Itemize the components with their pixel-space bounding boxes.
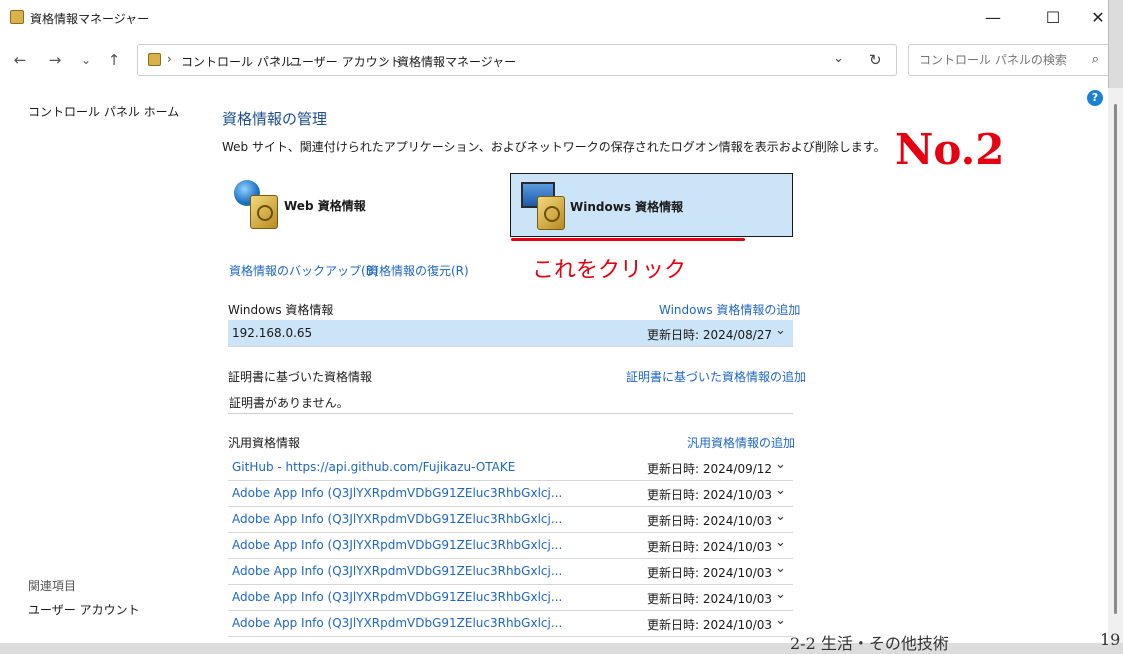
restore-credentials-link[interactable]: 資格情報の復元(R) xyxy=(367,262,469,279)
address-bar[interactable]: › コントロール パネル › ユーザー アカウント › 資格情報マネージャー ⌄… xyxy=(137,44,897,76)
credential-date: 更新日時: 2024/10/03 xyxy=(647,592,773,606)
credential-name: Adobe App Info (Q3JlYXRpdmVDbG91ZEluc3Rh… xyxy=(232,590,563,604)
windows-credentials-label: Windows 資格情報 xyxy=(570,200,684,214)
generic-credentials-section-title: 汎用資格情報 xyxy=(228,436,301,450)
certificate-empty-text: 証明書がありません。 xyxy=(229,396,349,410)
chevron-down-icon[interactable]: ⌄ xyxy=(775,535,786,550)
chevron-down-icon[interactable]: ⌄ xyxy=(833,51,844,66)
backup-credentials-link[interactable]: 資格情報のバックアップ(B) xyxy=(229,262,379,279)
certificate-empty-row: 証明書がありません。 xyxy=(228,389,793,414)
credential-name: 192.168.0.65 xyxy=(232,326,313,340)
related-items-heading: 関連項目 xyxy=(28,579,77,593)
chevron-down-icon[interactable]: ⌄ xyxy=(775,457,786,472)
add-certificate-credential-link[interactable]: 証明書に基づいた資格情報の追加 xyxy=(626,368,806,385)
breadcrumb-separator-icon: › xyxy=(167,52,172,66)
red-underline-annotation xyxy=(511,238,745,241)
table-row[interactable]: 192.168.0.65 更新日時: 2024/08/27 ⌄ xyxy=(228,320,793,347)
credential-date: 更新日時: 2024/10/03 xyxy=(647,540,773,554)
help-icon[interactable]: ? xyxy=(1087,90,1103,106)
credential-name: Adobe App Info (Q3JlYXRpdmVDbG91ZEluc3Rh… xyxy=(232,512,563,526)
maximize-button[interactable]: ☐ xyxy=(1030,0,1076,34)
control-panel-icon xyxy=(148,53,161,66)
table-row[interactable]: Adobe App Info (Q3JlYXRpdmVDbG91ZEluc3Rh… xyxy=(228,480,793,507)
title-bar: 資格情報マネージャー — ☐ ✕ xyxy=(0,0,1108,34)
certificate-credentials-section-title: 証明書に基づいた資格情報 xyxy=(228,370,373,384)
chevron-down-icon[interactable]: ⌄ xyxy=(775,483,786,498)
windows-credentials-section-title: Windows 資格情報 xyxy=(228,303,334,317)
credential-name: GitHub - https://api.github.com/Fujikazu… xyxy=(232,460,516,474)
credential-date: 更新日時: 2024/08/27 xyxy=(647,328,773,342)
vertical-scrollbar[interactable] xyxy=(1108,88,1123,643)
vault-icon xyxy=(250,195,278,229)
table-row[interactable]: Adobe App Info (Q3JlYXRpdmVDbG91ZEluc3Rh… xyxy=(228,584,793,611)
forward-arrow-icon[interactable]: → xyxy=(44,49,66,71)
close-button[interactable]: ✕ xyxy=(1075,0,1108,34)
chevron-down-icon[interactable]: ⌄ xyxy=(775,561,786,576)
refresh-icon[interactable]: ↻ xyxy=(869,51,882,69)
vault-icon xyxy=(537,196,565,230)
background-document-text: 2-2 生活・その他技術 xyxy=(790,634,949,653)
search-input[interactable] xyxy=(917,51,1081,69)
credential-manager-icon xyxy=(10,10,24,24)
web-credentials-tile[interactable]: Web 資格情報 xyxy=(228,173,478,235)
credential-name: Adobe App Info (Q3JlYXRpdmVDbG91ZEluc3Rh… xyxy=(232,538,563,552)
breadcrumb-separator-icon: › xyxy=(382,52,387,66)
background-page-number: 19 xyxy=(1100,630,1121,649)
table-row[interactable]: Adobe App Info (Q3JlYXRpdmVDbG91ZEluc3Rh… xyxy=(228,558,793,585)
minimize-button[interactable]: — xyxy=(970,0,1016,34)
user-accounts-link[interactable]: ユーザー アカウント xyxy=(28,601,140,618)
chevron-down-icon[interactable]: ⌄ xyxy=(775,323,786,338)
credential-date: 更新日時: 2024/10/03 xyxy=(647,514,773,528)
credential-name: Adobe App Info (Q3JlYXRpdmVDbG91ZEluc3Rh… xyxy=(232,486,563,500)
step-number-annotation: No.2 xyxy=(895,125,1005,174)
up-arrow-icon[interactable]: ↑ xyxy=(103,49,125,71)
credential-name: Adobe App Info (Q3JlYXRpdmVDbG91ZEluc3Rh… xyxy=(232,564,563,578)
page-description: Web サイト、関連付けられたアプリケーション、およびネットワークの保存されたロ… xyxy=(222,140,886,154)
address-row: ← → ⌄ ↑ › コントロール パネル › ユーザー アカウント › 資格情報… xyxy=(0,40,1108,80)
recent-locations-icon[interactable]: ⌄ xyxy=(75,49,97,71)
chevron-down-icon[interactable]: ⌄ xyxy=(775,613,786,628)
credential-date: 更新日時: 2024/10/03 xyxy=(647,488,773,502)
window-title: 資格情報マネージャー xyxy=(30,12,150,26)
add-windows-credential-link[interactable]: Windows 資格情報の追加 xyxy=(659,301,800,318)
windows-credentials-tile[interactable]: Windows 資格情報 xyxy=(510,173,793,237)
credential-name: Adobe App Info (Q3JlYXRpdmVDbG91ZEluc3Rh… xyxy=(232,616,563,630)
back-arrow-icon[interactable]: ← xyxy=(9,49,31,71)
credential-manager-window: 資格情報マネージャー — ☐ ✕ ← → ⌄ ↑ › コントロール パネル › … xyxy=(0,0,1109,643)
control-panel-home-link[interactable]: コントロール パネル ホーム xyxy=(28,103,179,120)
chevron-down-icon[interactable]: ⌄ xyxy=(775,509,786,524)
chevron-down-icon[interactable]: ⌄ xyxy=(775,587,786,602)
table-row[interactable]: GitHub - https://api.github.com/Fujikazu… xyxy=(228,454,793,481)
click-here-annotation: これをクリック xyxy=(532,258,687,283)
search-icon[interactable]: ⌕ xyxy=(1092,52,1099,67)
web-credentials-label: Web 資格情報 xyxy=(284,199,366,213)
search-box[interactable]: ⌕ xyxy=(908,44,1108,76)
table-row[interactable]: Adobe App Info (Q3JlYXRpdmVDbG91ZEluc3Rh… xyxy=(228,532,793,559)
add-generic-credential-link[interactable]: 汎用資格情報の追加 xyxy=(687,434,795,451)
credential-date: 更新日時: 2024/10/03 xyxy=(647,566,773,580)
table-row[interactable]: Adobe App Info (Q3JlYXRpdmVDbG91ZEluc3Rh… xyxy=(228,506,793,533)
scrollbar-thumb[interactable] xyxy=(1114,104,1117,614)
breadcrumb-credential-manager[interactable]: 資格情報マネージャー xyxy=(397,53,516,70)
breadcrumb-separator-icon: › xyxy=(276,52,281,66)
credential-date: 更新日時: 2024/09/12 xyxy=(647,462,773,476)
table-row[interactable]: Adobe App Info (Q3JlYXRpdmVDbG91ZEluc3Rh… xyxy=(228,610,793,637)
credential-date: 更新日時: 2024/10/03 xyxy=(647,618,773,632)
page-title: 資格情報の管理 xyxy=(222,110,328,128)
